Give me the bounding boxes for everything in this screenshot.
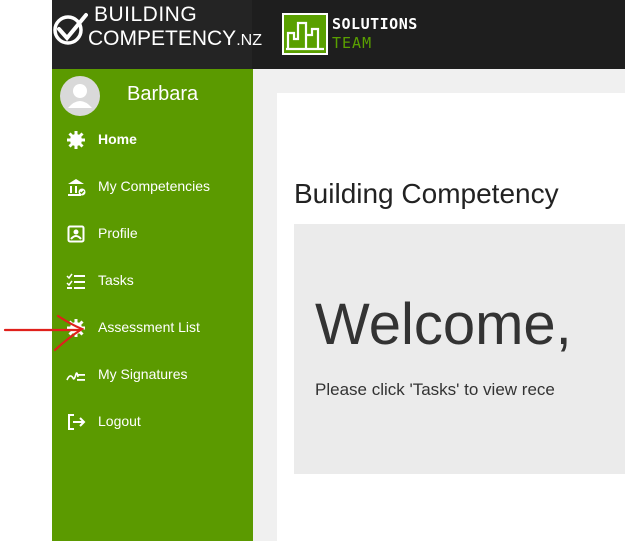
check-mark-icon <box>53 13 88 45</box>
sidebar-item-label: My Competencies <box>98 178 211 194</box>
annotation-arrow-icon <box>3 314 85 352</box>
sidebar-item-logout[interactable]: Logout <box>66 409 246 435</box>
sidebar-item-label: Profile <box>98 225 138 241</box>
sidebar-item-label: Logout <box>98 413 141 429</box>
welcome-heading: Welcome, <box>315 292 572 357</box>
id-card-icon <box>67 225 85 243</box>
avatar <box>60 76 100 116</box>
user-name: Barbara <box>127 83 199 105</box>
sidebar-item-my-signatures[interactable]: My Signatures <box>66 362 246 388</box>
solutions-team-logo[interactable]: SOLUTIONS TEAM <box>282 13 482 57</box>
user-icon <box>68 84 92 108</box>
partner-name-line1: SOLUTIONS <box>332 15 418 33</box>
brand-name-line2: COMPETENCY.NZ <box>88 27 262 53</box>
sidebar-item-label: Assessment List <box>98 319 200 335</box>
instruction-text: Please click 'Tasks' to view rece <box>315 380 555 399</box>
sidebar-item-label: Tasks <box>98 272 134 288</box>
page-title: Building Competency <box>294 178 559 209</box>
sidebar-item-label: Home <box>98 131 137 147</box>
city-skyline-icon <box>282 13 328 55</box>
brand-name-line1: BUILDING <box>94 3 198 26</box>
building-competency-logo[interactable]: BUILDING COMPETENCY.NZ <box>52 0 262 69</box>
gear-icon <box>67 131 85 149</box>
content-card: Building Competency Welcome, Please clic… <box>277 93 625 541</box>
welcome-panel: Welcome, Please click 'Tasks' to view re… <box>294 224 625 474</box>
building-check-icon <box>68 179 86 196</box>
sidebar-item-profile[interactable]: Profile <box>66 221 246 247</box>
sidebar-item-my-competencies[interactable]: My Competencies <box>66 174 246 200</box>
main-content: Building Competency Welcome, Please clic… <box>253 69 625 541</box>
logout-icon <box>68 414 86 430</box>
brand-name-main: COMPETENCY <box>88 27 237 50</box>
brand-name-tld: .NZ <box>236 32 262 49</box>
partner-name-line2: TEAM <box>332 34 373 52</box>
top-bar: BUILDING COMPETENCY.NZ SOLUTIONS TEAM <box>52 0 625 69</box>
signature-icon <box>66 372 85 381</box>
sidebar-item-home[interactable]: Home <box>66 127 246 153</box>
sidebar-item-tasks[interactable]: Tasks <box>66 268 246 294</box>
checklist-icon <box>66 273 85 289</box>
sidebar-item-label: My Signatures <box>98 366 188 382</box>
